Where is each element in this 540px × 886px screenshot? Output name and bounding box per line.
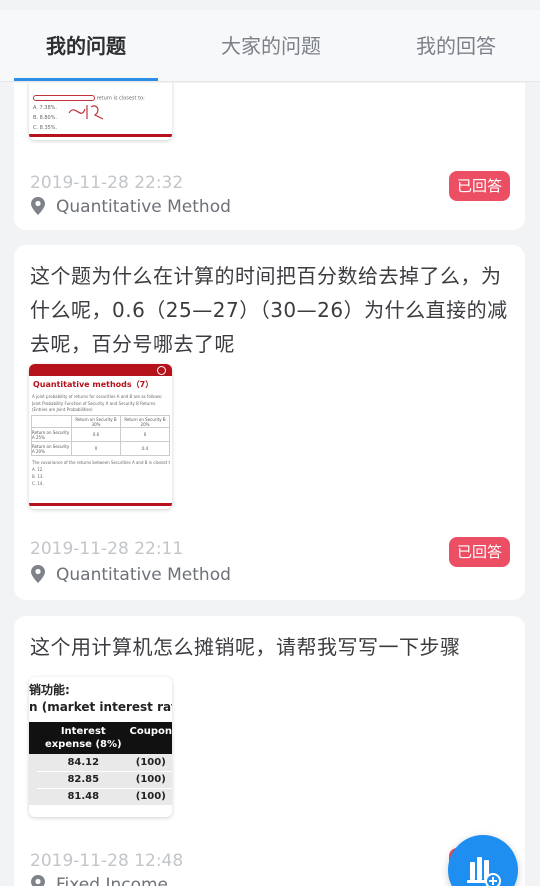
subject-tag: Quantitative Method xyxy=(30,564,231,585)
image-text: Return on Security B 20% xyxy=(120,415,170,428)
image-text: 84.12 xyxy=(37,754,130,772)
tab-bar: 我的问题 大家的问题 我的回答 xyxy=(0,10,540,82)
image-text: 0.4 xyxy=(120,441,170,456)
tab-everyone-questions[interactable]: 大家的问题 xyxy=(196,10,346,82)
question-time: 2019-11-28 22:11 xyxy=(30,539,184,559)
question-list[interactable]: return is closest to: A. 7.38%. B. 8.80%… xyxy=(0,83,540,886)
subject-tag-label: Quantitative Method xyxy=(56,565,231,585)
image-text: A joint probability of returns for secur… xyxy=(32,394,163,399)
image-text: 0.6 xyxy=(71,427,121,442)
image-text: (100) xyxy=(135,791,166,803)
image-text: Interest expense (8%) xyxy=(44,726,122,750)
image-text: Return on Security A 20% xyxy=(31,441,72,456)
location-pin-icon xyxy=(31,565,45,583)
image-text: C. 14. xyxy=(32,481,44,486)
question-time: 2019-11-28 22:32 xyxy=(30,173,184,193)
handwriting-mark xyxy=(68,105,104,120)
image-text: B. 13. xyxy=(32,474,44,479)
subject-tag: Fixed Income xyxy=(30,874,168,886)
subject-tag: Quantitative Method xyxy=(30,196,231,217)
subject-tag-label: Fixed Income xyxy=(56,875,169,886)
image-text: n (market interest rate at xyxy=(29,700,172,714)
question-time: 2019-11-28 12:48 xyxy=(30,851,184,871)
question-card[interactable]: 这个题为什么在计算的时间把百分数给去掉了么，为什么呢，0.6（25—27）（30… xyxy=(14,245,525,600)
image-text: Coupon xyxy=(129,726,172,737)
image-text: 82.85 xyxy=(37,771,130,789)
image-text: 销功能: xyxy=(29,683,70,697)
question-image[interactable]: return is closest to: A. 7.38%. B. 8.80%… xyxy=(29,83,172,140)
question-image[interactable]: 销功能: n (market interest rate at Interest… xyxy=(29,677,172,817)
books-add-icon xyxy=(467,857,501,886)
location-pin-icon xyxy=(31,197,45,215)
tab-my-answers[interactable]: 我的回答 xyxy=(386,10,526,82)
location-pin-icon xyxy=(31,875,45,886)
answered-badge: 已回答 xyxy=(449,171,510,201)
image-text: 0 xyxy=(71,441,121,456)
tab-my-questions[interactable]: 我的问题 xyxy=(14,10,158,82)
answered-badge: 已回答 xyxy=(449,537,510,567)
subject-tag-label: Quantitative Method xyxy=(56,197,231,217)
image-text: A. 12. xyxy=(32,467,44,472)
image-text: (100) xyxy=(129,754,172,772)
active-tab-indicator xyxy=(14,78,158,81)
image-table: Interest expense (8%) Coupon 84.12 (100) … xyxy=(29,722,172,805)
question-card[interactable]: return is closest to: A. 7.38%. B. 8.80%… xyxy=(14,83,525,230)
image-header-bar xyxy=(29,364,172,376)
question-text: 这个题为什么在计算的时间把百分数给去掉了么，为什么呢，0.6（25—27）（30… xyxy=(30,264,508,356)
image-text: Joint Probability Function of Security A… xyxy=(32,401,156,412)
image-text: 81.48 xyxy=(67,791,100,803)
image-text: The covariance of the returns between Se… xyxy=(32,460,170,465)
image-text: (100) xyxy=(129,771,172,789)
image-text: Return on Security B 30% xyxy=(71,415,121,428)
image-text: Quantitative methods（7） xyxy=(33,380,154,389)
question-text: 这个用计算机怎么摊销呢，请帮我写写一下步骤 xyxy=(30,635,461,659)
question-image[interactable]: Quantitative methods（7） A joint probabil… xyxy=(29,364,172,509)
image-footer-bar xyxy=(29,134,172,137)
image-text: 0 xyxy=(120,427,170,442)
image-table: Return on Security B 30% Return on Securi… xyxy=(31,415,170,456)
image-text: Return on Security A 25% xyxy=(31,427,72,442)
image-footer-bar xyxy=(29,503,172,506)
image-text: C. 8.35%. xyxy=(33,124,58,131)
ask-question-button[interactable] xyxy=(448,835,518,886)
